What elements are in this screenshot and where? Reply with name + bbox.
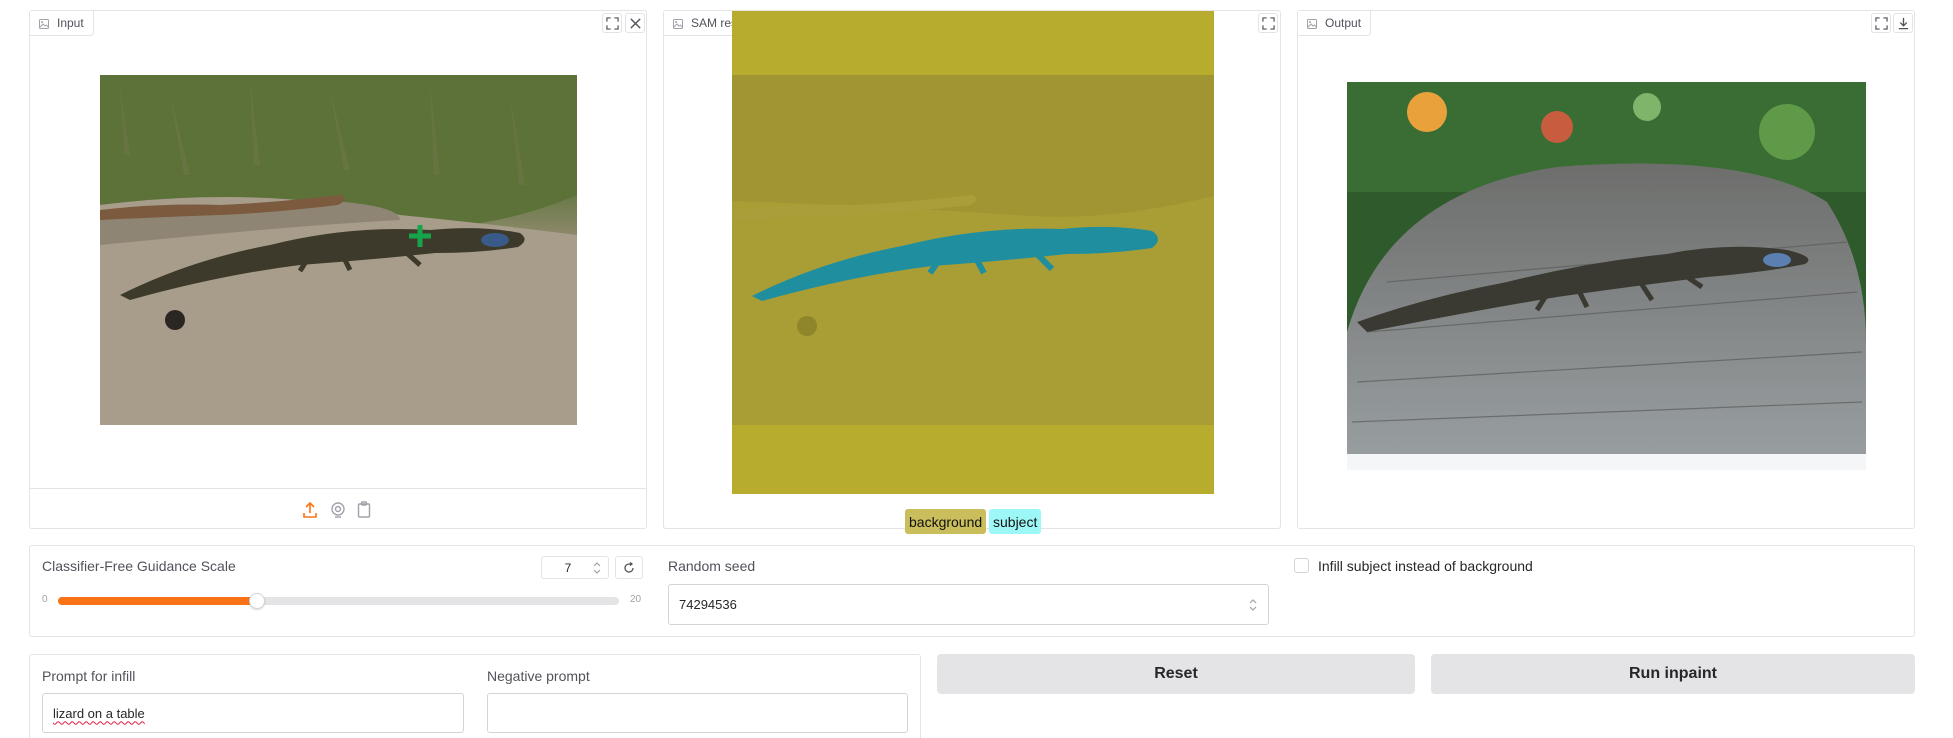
prompt-label: Prompt for infill (42, 668, 136, 684)
legend-background: background (905, 509, 987, 534)
input-toolbar-divider (30, 488, 646, 489)
upload-icon[interactable] (302, 501, 318, 519)
infill-checkbox-label: Infill subject instead of background (1318, 558, 1533, 574)
reset-slider-button[interactable] (615, 556, 643, 579)
output-result-image (1347, 82, 1866, 470)
prompt-input[interactable]: lizard on a table (42, 693, 464, 733)
fullscreen-icon[interactable] (1258, 13, 1278, 33)
fullscreen-icon[interactable] (1871, 13, 1891, 33)
guidance-slider-thumb[interactable] (249, 593, 265, 609)
prompt-value: lizard on a table (53, 705, 145, 721)
infill-checkbox[interactable] (1294, 558, 1309, 573)
input-image-label-text: Input (57, 16, 84, 30)
seed-label: Random seed (668, 558, 756, 574)
run-inpaint-button[interactable]: Run inpaint (1431, 654, 1915, 694)
negative-prompt-label: Negative prompt (487, 668, 590, 684)
close-icon[interactable] (625, 13, 645, 33)
reset-button[interactable]: Reset (937, 654, 1415, 694)
fullscreen-icon[interactable] (602, 13, 622, 33)
image-icon (673, 18, 683, 29)
spinner-icon[interactable] (1248, 598, 1258, 612)
input-image-panel[interactable]: Input (29, 10, 647, 529)
sam-mask-image (732, 11, 1214, 494)
guidance-value: 7 (564, 560, 572, 575)
guidance-slider-fill (58, 597, 257, 605)
seed-input[interactable]: 74294536 (668, 584, 1269, 625)
seed-value: 74294536 (679, 597, 737, 612)
image-icon (39, 18, 49, 29)
guidance-label: Classifier-Free Guidance Scale (42, 558, 236, 574)
guidance-slider-track[interactable] (58, 593, 619, 609)
negative-prompt-input[interactable] (487, 693, 908, 733)
guidance-number-input[interactable]: 7 (541, 556, 609, 579)
webcam-icon[interactable] (330, 501, 346, 519)
reset-icon (624, 561, 634, 573)
sam-result-panel: SAM result background subject (663, 10, 1281, 534)
output-label: Output (1298, 11, 1372, 36)
guidance-max: 20 (630, 594, 642, 605)
download-icon[interactable] (1893, 13, 1913, 33)
clipboard-icon[interactable] (356, 501, 372, 519)
spinner-icon[interactable] (592, 561, 602, 575)
input-image-label: Input (30, 11, 94, 36)
output-image-panel: Output (1297, 10, 1915, 529)
legend-subject: subject (989, 509, 1042, 534)
input-lizard-image[interactable] (100, 75, 577, 425)
guidance-min: 0 (42, 594, 48, 605)
image-icon (1307, 18, 1317, 29)
output-label-text: Output (1325, 16, 1362, 30)
